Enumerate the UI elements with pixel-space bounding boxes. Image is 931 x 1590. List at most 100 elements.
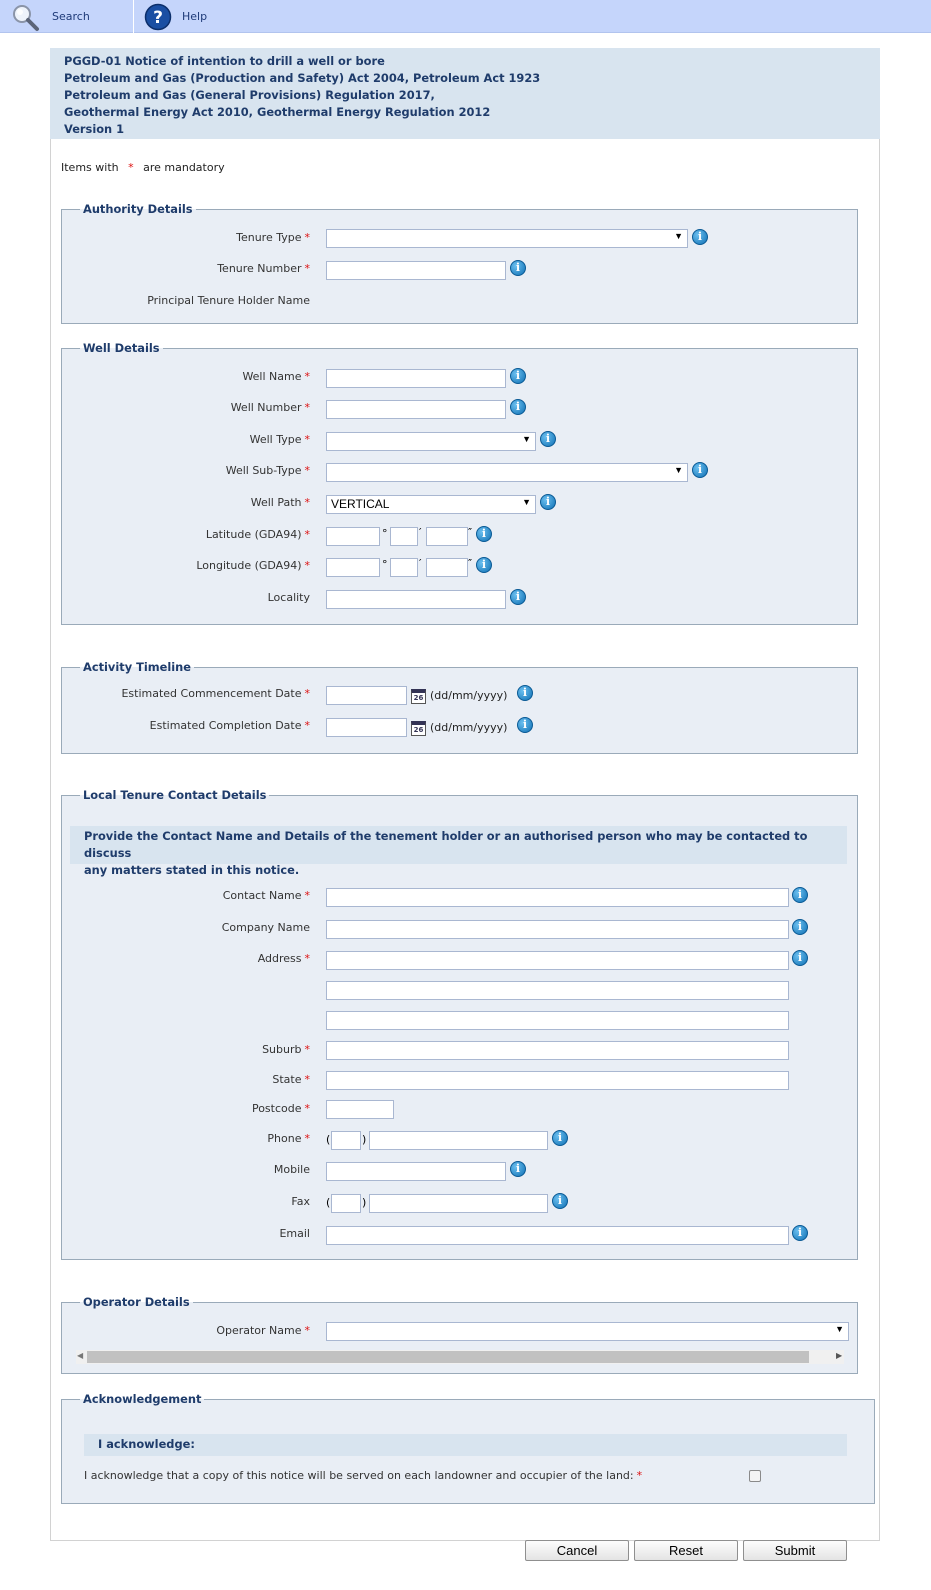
fax-number-input[interactable] — [369, 1194, 548, 1213]
phone-area-code-input[interactable] — [331, 1131, 361, 1150]
state-input[interactable] — [326, 1071, 789, 1090]
paren-open: ( — [326, 1133, 331, 1146]
toolbar-divider — [133, 0, 134, 33]
paren-close: ) — [362, 1196, 367, 1209]
info-icon[interactable]: i — [792, 887, 808, 903]
well-path-select[interactable]: VERTICAL ▼ — [326, 495, 536, 514]
address-line1-input[interactable] — [326, 951, 789, 970]
mandatory-note: Items with * are mandatory — [61, 161, 225, 174]
chevron-down-icon: ▼ — [674, 465, 683, 475]
contact-name-label: Contact Name * — [222, 889, 310, 902]
address-line2-input[interactable] — [326, 981, 789, 1000]
email-input[interactable] — [326, 1226, 789, 1245]
info-icon[interactable]: i — [540, 431, 556, 447]
info-icon[interactable]: i — [517, 685, 533, 701]
reset-button[interactable]: Reset — [634, 1540, 738, 1561]
well-subtype-label: Well Sub-Type * — [225, 464, 310, 477]
well-subtype-select[interactable]: ▼ — [326, 463, 688, 482]
cancel-button[interactable]: Cancel — [525, 1540, 629, 1561]
header-line: Petroleum and Gas (General Provisions) R… — [64, 88, 435, 102]
section-legend: Acknowledgement — [83, 1392, 202, 1406]
search-button[interactable]: Search — [10, 0, 90, 33]
info-icon[interactable]: i — [476, 526, 492, 542]
commencement-date-input[interactable] — [326, 686, 407, 705]
tenure-number-label: Tenure Number * — [217, 262, 310, 275]
company-name-input[interactable] — [326, 920, 789, 939]
scrollbar-thumb[interactable] — [87, 1351, 809, 1363]
fax-area-code-input[interactable] — [331, 1194, 361, 1213]
longitude-minutes-input[interactable] — [390, 558, 418, 577]
well-name-input[interactable] — [326, 369, 506, 388]
info-icon[interactable]: i — [510, 368, 526, 384]
info-icon[interactable]: i — [692, 462, 708, 478]
longitude-degrees-input[interactable] — [326, 558, 380, 577]
submit-button[interactable]: Submit — [743, 1540, 847, 1561]
latitude-minutes-input[interactable] — [390, 527, 418, 546]
contact-name-input[interactable] — [326, 888, 789, 907]
locality-label: Locality — [267, 591, 310, 604]
info-icon[interactable]: i — [692, 229, 708, 245]
latitude-seconds-input[interactable] — [426, 527, 468, 546]
calendar-icon[interactable]: 26 — [411, 689, 426, 704]
header-line: Geothermal Energy Act 2010, Geothermal E… — [64, 105, 491, 119]
commencement-date-label: Estimated Commencement Date * — [121, 687, 310, 700]
email-label: Email — [279, 1227, 310, 1240]
phone-number-input[interactable] — [369, 1131, 548, 1150]
info-icon[interactable]: i — [510, 589, 526, 605]
info-icon[interactable]: i — [552, 1193, 568, 1209]
tenure-number-input[interactable] — [326, 261, 506, 280]
form-version: Version 1 — [64, 122, 125, 136]
postcode-input[interactable] — [326, 1100, 394, 1119]
well-number-input[interactable] — [326, 400, 506, 419]
locality-input[interactable] — [326, 590, 506, 609]
degree-symbol: ° — [382, 558, 388, 571]
calendar-icon[interactable]: 26 — [411, 721, 426, 736]
info-icon[interactable]: i — [476, 557, 492, 573]
info-icon[interactable]: i — [792, 950, 808, 966]
latitude-degrees-input[interactable] — [326, 527, 380, 546]
fax-label: Fax — [291, 1195, 310, 1208]
operator-name-select[interactable]: ▼ — [326, 1322, 849, 1341]
info-icon[interactable]: i — [552, 1130, 568, 1146]
state-label: State * — [272, 1073, 310, 1086]
info-icon[interactable]: i — [510, 260, 526, 276]
completion-date-label: Estimated Completion Date * — [149, 719, 310, 732]
second-symbol: ″ — [468, 526, 473, 539]
chevron-down-icon: ▼ — [522, 434, 531, 444]
info-icon[interactable]: i — [517, 717, 533, 733]
header-line: Petroleum and Gas (Production and Safety… — [64, 71, 541, 85]
longitude-seconds-input[interactable] — [426, 558, 468, 577]
chevron-down-icon: ▼ — [674, 231, 683, 241]
postcode-label: Postcode * — [251, 1102, 310, 1115]
suburb-label: Suburb * — [262, 1043, 310, 1056]
scroll-right-icon[interactable]: ▶ — [836, 1351, 842, 1360]
well-type-select[interactable]: ▼ — [326, 432, 536, 451]
longitude-label: Longitude (GDA94) * — [196, 559, 310, 572]
help-label: Help — [182, 10, 208, 23]
search-icon — [13, 4, 39, 31]
date-format-hint: (dd/mm/yyyy) — [430, 721, 508, 734]
second-symbol: ″ — [468, 557, 473, 570]
info-icon[interactable]: i — [510, 399, 526, 415]
address-label: Address * — [257, 952, 310, 965]
mobile-input[interactable] — [326, 1162, 506, 1181]
mobile-label: Mobile — [273, 1163, 310, 1176]
acknowledge-checkbox[interactable] — [749, 1470, 761, 1482]
company-name-label: Company Name — [221, 921, 310, 934]
info-icon[interactable]: i — [792, 1225, 808, 1241]
well-number-label: Well Number * — [230, 401, 310, 414]
minute-symbol: ′ — [419, 526, 422, 539]
well-path-label: Well Path * — [250, 496, 310, 509]
address-line3-input[interactable] — [326, 1011, 789, 1030]
tenure-type-select[interactable]: ▼ — [326, 229, 688, 248]
chevron-down-icon: ▼ — [835, 1324, 844, 1334]
info-icon[interactable]: i — [792, 919, 808, 935]
activity-timeline-section: Activity Timeline — [61, 660, 858, 754]
principal-holder-label: Principal Tenure Holder Name — [147, 294, 310, 307]
scroll-left-icon[interactable]: ◀ — [77, 1351, 83, 1360]
help-button[interactable]: ? Help — [144, 0, 207, 33]
completion-date-input[interactable] — [326, 718, 407, 737]
suburb-input[interactable] — [326, 1041, 789, 1060]
info-icon[interactable]: i — [510, 1161, 526, 1177]
info-icon[interactable]: i — [540, 494, 556, 510]
